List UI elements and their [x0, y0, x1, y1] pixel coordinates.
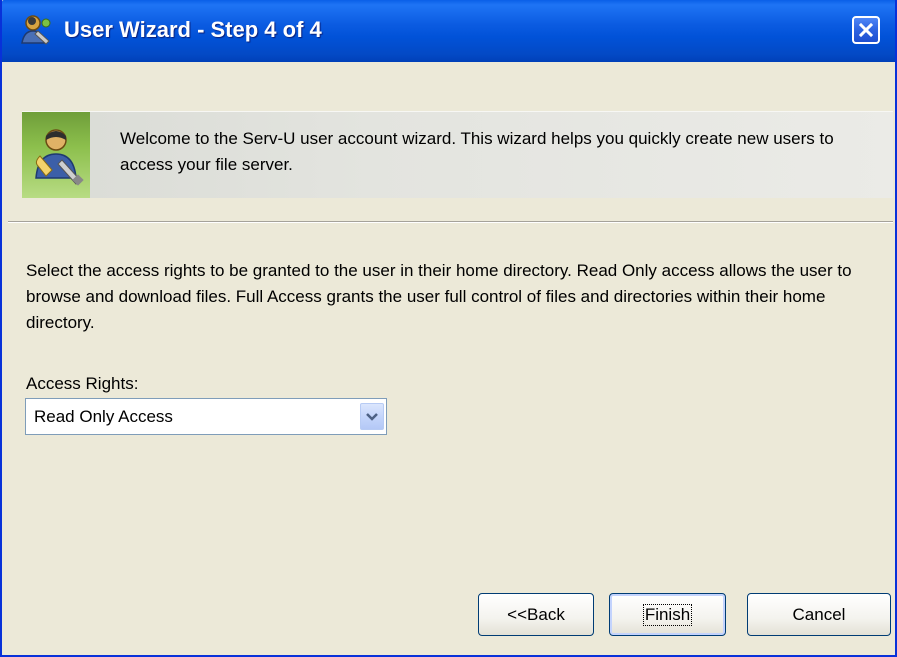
back-button[interactable]: <<Back — [478, 593, 594, 636]
dropdown-button[interactable] — [360, 403, 384, 430]
access-rights-label: Access Rights: — [26, 374, 139, 393]
finish-button[interactable]: Finish — [609, 593, 726, 636]
access-rights-select[interactable]: Read Only Access — [25, 398, 387, 435]
chevron-down-icon — [366, 412, 378, 421]
title-bar[interactable]: User Wizard - Step 4 of 4 — [2, 0, 895, 62]
cancel-button[interactable]: Cancel — [747, 593, 891, 636]
user-wizard-window: User Wizard - Step 4 of 4 Welcome to the… — [0, 0, 897, 657]
window-title: User Wizard - Step 4 of 4 — [64, 17, 322, 42]
cancel-button-label: Cancel — [792, 604, 846, 624]
close-icon — [858, 22, 874, 38]
access-rights-value: Read Only Access — [34, 407, 173, 426]
divider — [8, 221, 893, 223]
wizard-users-icon — [21, 15, 51, 45]
close-button[interactable] — [852, 16, 880, 44]
access-rights-description: Select the access rights to be granted t… — [26, 261, 852, 332]
welcome-banner: Welcome to the Serv-U user account wizar… — [22, 111, 893, 198]
banner-text: Welcome to the Serv-U user account wizar… — [120, 129, 834, 174]
finish-button-label: Finish — [642, 603, 693, 626]
back-button-label: <<Back — [507, 604, 565, 624]
user-account-wizard-icon — [35, 129, 84, 186]
